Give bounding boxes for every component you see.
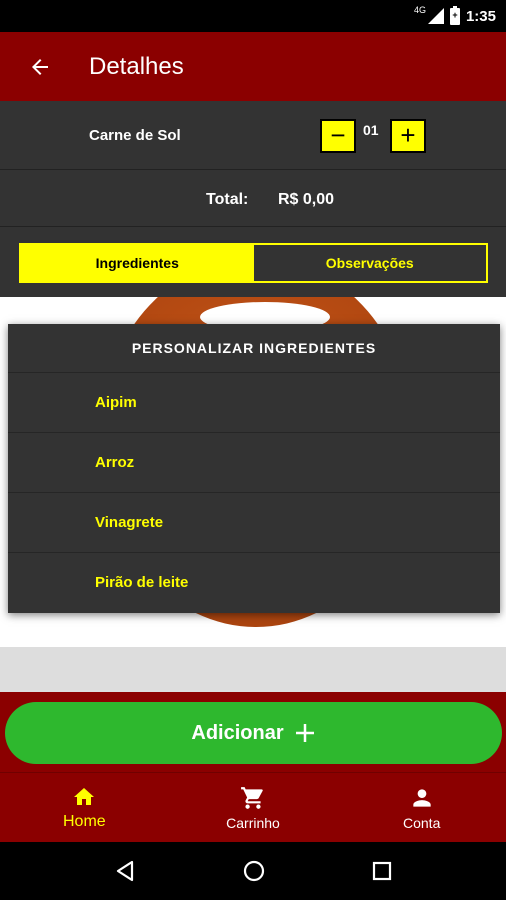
arrow-left-icon: [32, 58, 48, 75]
increase-quantity-button[interactable]: +: [390, 119, 426, 153]
ingredient-item[interactable]: Arroz: [8, 432, 500, 492]
ingredient-item[interactable]: Vinagrete: [8, 492, 500, 552]
bottom-section: Adicionar Home Carrinho Conta: [0, 692, 506, 842]
ingredient-item[interactable]: Aipim: [8, 372, 500, 432]
system-nav-bar: [0, 842, 506, 900]
dialog-title: PERSONALIZAR INGREDIENTES: [131, 340, 377, 356]
plus-icon: [295, 724, 314, 742]
battery-charge-label: +: [452, 9, 458, 20]
system-back-icon[interactable]: [113, 859, 137, 883]
total-label: Total:: [206, 191, 249, 208]
ingredient-item[interactable]: Pirão de leite: [8, 552, 500, 612]
tabs: Ingredientes Observações: [19, 243, 488, 283]
nav-label-carrinho: Carrinho: [226, 814, 280, 831]
back-button[interactable]: [0, 32, 80, 101]
tab-ingredientes[interactable]: Ingredientes: [21, 245, 254, 281]
signal-icon: [427, 8, 444, 24]
nav-label-conta: Conta: [403, 814, 441, 831]
content-spacer: [0, 647, 506, 692]
bottom-nav: Home Carrinho Conta: [0, 772, 506, 842]
battery-icon: +: [449, 5, 460, 25]
clock: 1:35: [465, 7, 496, 25]
nav-item-carrinho[interactable]: Carrinho: [169, 773, 338, 842]
ingredient-list: Aipim Arroz Vinagrete Pirão de leite: [8, 372, 500, 612]
system-home-icon[interactable]: [242, 859, 266, 883]
total-row: Total: R$ 0,00: [0, 171, 506, 227]
decrease-quantity-button[interactable]: −: [320, 119, 356, 153]
add-button[interactable]: Adicionar: [5, 702, 502, 764]
nav-item-home[interactable]: Home: [0, 773, 169, 842]
product-panel: Carne de Sol − 01 + Total: R$ 0,00 Ingre…: [0, 101, 506, 297]
nav-label-home: Home: [62, 812, 106, 830]
total-value: R$ 0,00: [278, 191, 335, 208]
nav-item-conta[interactable]: Conta: [337, 773, 506, 842]
person-icon: [413, 788, 431, 807]
network-type: 4G: [413, 5, 426, 15]
app-bar: Detalhes: [0, 32, 506, 101]
system-recents-icon[interactable]: [371, 860, 393, 882]
product-name: Carne de Sol: [89, 127, 181, 144]
tab-observacoes[interactable]: Observações: [253, 245, 486, 281]
customize-ingredients-dialog: PERSONALIZAR INGREDIENTES Aipim Arroz Vi…: [8, 324, 500, 613]
home-icon: [74, 787, 95, 805]
page-title: Detalhes: [89, 52, 184, 80]
product-row: Carne de Sol − 01 +: [0, 101, 506, 170]
add-button-label: Adicionar: [191, 721, 284, 744]
status-bar: 4G + 1:35: [0, 0, 506, 32]
quantity-value: 01: [363, 122, 379, 138]
cart-icon: [241, 786, 263, 809]
